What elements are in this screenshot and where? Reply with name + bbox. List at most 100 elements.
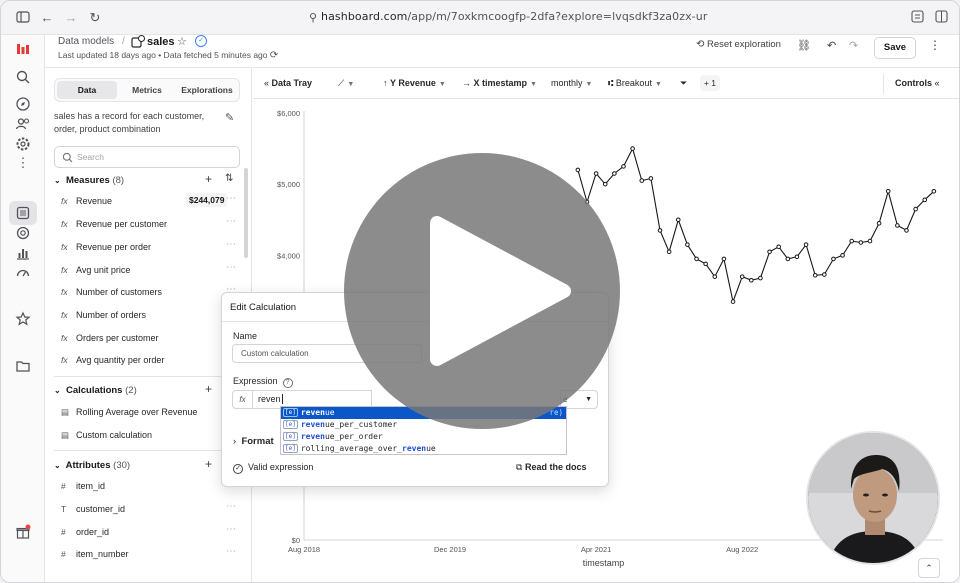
reload-icon[interactable]: ↻ xyxy=(87,10,103,26)
data-point xyxy=(703,261,708,267)
star-icon[interactable] xyxy=(15,311,31,327)
measures-section-header[interactable]: ⌄ Measures (8) xyxy=(54,175,124,186)
data-point xyxy=(767,249,772,255)
reader-icon[interactable] xyxy=(909,10,925,26)
external-link-icon: ⧉ xyxy=(516,462,523,472)
add-calculation-icon[interactable]: + xyxy=(205,382,212,396)
y-axis-select[interactable]: ↑ Y Revenue ▼ xyxy=(383,78,446,88)
reset-icon: ⟲ xyxy=(696,39,705,50)
data-point xyxy=(666,249,672,255)
more-icon[interactable]: ⋯ xyxy=(226,262,236,273)
calculator-icon: ▤ xyxy=(61,407,70,417)
more-icon[interactable]: ⋯ xyxy=(226,546,236,557)
calculation-item[interactable]: ▤ Custom calculation xyxy=(61,430,236,448)
search-input[interactable]: Search xyxy=(54,146,240,168)
attributes-section-header[interactable]: ⌄ Attributes (30) xyxy=(54,460,130,471)
nav-rail: ⋮ AN xyxy=(1,35,45,582)
measure-value-badge: $244,079 xyxy=(186,193,228,207)
save-button[interactable]: Save xyxy=(874,37,916,59)
chevron-down-icon: ⌄ xyxy=(54,176,61,185)
more-icon[interactable]: ⋯ xyxy=(226,216,236,227)
forward-arrow-icon[interactable]: → xyxy=(63,10,79,26)
data-point xyxy=(675,217,681,223)
video-play-button[interactable] xyxy=(344,153,620,429)
filter-count-badge[interactable]: + 1 xyxy=(700,75,720,91)
explore-icon[interactable] xyxy=(15,205,31,221)
gear-icon[interactable] xyxy=(15,136,31,152)
metrics-icon[interactable] xyxy=(15,225,31,241)
model-title: sales xyxy=(147,36,175,48)
more-icon[interactable]: ⋯ xyxy=(226,239,236,250)
gauge-icon[interactable] xyxy=(15,265,31,281)
measure-item[interactable]: fx Revenue per customer ⋯ xyxy=(61,216,236,237)
search-icon[interactable] xyxy=(15,69,31,85)
edit-icon[interactable]: ✎ xyxy=(225,111,234,124)
measure-item[interactable]: fx Number of orders xyxy=(61,310,236,328)
exploration-toolbar: « Data Tray ⟋ ▼ ↑ Y Revenue ▼ → X timestam… xyxy=(253,67,959,99)
chart-type-select[interactable]: ⟋ ▼ xyxy=(338,78,354,89)
data-point xyxy=(794,254,800,260)
more-icon[interactable]: ⋯ xyxy=(226,501,236,512)
compass-icon[interactable] xyxy=(15,96,31,112)
split-view-icon[interactable] xyxy=(933,10,949,26)
refresh-icon[interactable]: ⟳ xyxy=(270,50,278,61)
redo-icon[interactable]: ↷ xyxy=(849,39,858,52)
autocomplete-option[interactable]: [e] revenue_per_order xyxy=(281,431,566,443)
x-tick-label: Dec 2019 xyxy=(434,545,466,554)
breakout-select[interactable]: ⑆ Breakout ▼ xyxy=(608,78,662,88)
calculation-item[interactable]: ▤ Rolling Average over Revenue xyxy=(61,407,236,425)
reset-exploration-button[interactable]: ⟲ Reset exploration xyxy=(696,39,781,50)
help-icon[interactable]: ? xyxy=(282,378,293,388)
data-point xyxy=(621,164,626,169)
more-vertical-icon[interactable]: ⋮ xyxy=(15,156,31,172)
measure-item[interactable]: fx Revenue $244,079 ⋯ xyxy=(61,193,236,214)
data-point xyxy=(721,256,727,262)
data-tray-button[interactable]: « Data Tray xyxy=(264,78,312,88)
measure-item[interactable]: fx Avg quantity per order xyxy=(61,355,236,373)
breadcrumb[interactable]: Data models xyxy=(58,36,114,47)
tab-explorations[interactable]: Explorations xyxy=(177,81,237,99)
data-point xyxy=(895,223,900,228)
more-icon[interactable]: ⋯ xyxy=(226,524,236,535)
sidebar-toggle-icon[interactable] xyxy=(15,10,31,26)
sort-icon[interactable]: ⇅ xyxy=(225,173,233,184)
attribute-item[interactable]: # item_number ⋯ xyxy=(61,546,236,567)
controls-button[interactable]: Controls « xyxy=(895,78,940,88)
x-tick-label: Aug 2018 xyxy=(288,545,320,554)
breadcrumb-separator: / xyxy=(122,36,125,47)
bar-chart-icon[interactable] xyxy=(15,245,31,261)
arrow-right-icon: → xyxy=(462,78,471,88)
gift-icon[interactable] xyxy=(15,524,31,540)
x-axis-select[interactable]: → X timestamp ▼ xyxy=(462,78,537,88)
folder-icon[interactable] xyxy=(15,358,31,374)
measure-item[interactable]: fx Revenue per order ⋯ xyxy=(61,239,236,260)
add-measure-icon[interactable]: + xyxy=(205,172,212,186)
tab-data[interactable]: Data xyxy=(57,81,117,99)
attribute-item[interactable]: Tcustomer_id ⋯ xyxy=(61,501,236,522)
format-section-toggle[interactable]: › Format xyxy=(233,436,274,447)
sidebar-scrollbar[interactable] xyxy=(244,168,248,258)
fx-icon: fx xyxy=(61,355,68,365)
undo-icon[interactable]: ↶ xyxy=(827,39,836,52)
address-bar[interactable]: hashboard.com/app/m/7oxkmcoogfp-2dfa?exp… xyxy=(321,10,707,26)
measure-item[interactable]: fx Orders per customer xyxy=(61,333,236,351)
add-attribute-icon[interactable]: + xyxy=(205,457,212,471)
scroll-to-top-button[interactable]: ⌃ xyxy=(918,558,940,578)
attribute-item[interactable]: # order_id ⋯ xyxy=(61,524,236,545)
tab-metrics[interactable]: Metrics xyxy=(117,81,177,99)
more-icon[interactable]: ⋯ xyxy=(226,193,236,204)
star-icon[interactable]: ☆ xyxy=(177,35,187,48)
back-arrow-icon[interactable]: ← xyxy=(39,10,55,26)
measure-item[interactable]: fx Number of customers ⋯ xyxy=(61,284,236,305)
autocomplete-option[interactable]: [e] rolling_average_over_revenue xyxy=(281,443,566,455)
hashboard-logo-icon[interactable] xyxy=(15,41,31,57)
link-icon[interactable]: ⛓ xyxy=(797,39,811,52)
read-docs-link[interactable]: ⧉ Read the docs xyxy=(516,462,586,473)
calculations-section-header[interactable]: ⌄ Calculations (2) xyxy=(54,385,137,396)
attribute-item[interactable]: # item_id xyxy=(61,481,236,499)
filter-icon[interactable]: ⏷ xyxy=(680,78,687,89)
grain-select[interactable]: monthly ▼ xyxy=(551,78,592,88)
users-icon[interactable] xyxy=(15,116,31,132)
more-vertical-icon[interactable]: ⋮ xyxy=(929,38,941,52)
measure-item[interactable]: fx Avg unit price ⋯ xyxy=(61,262,236,283)
